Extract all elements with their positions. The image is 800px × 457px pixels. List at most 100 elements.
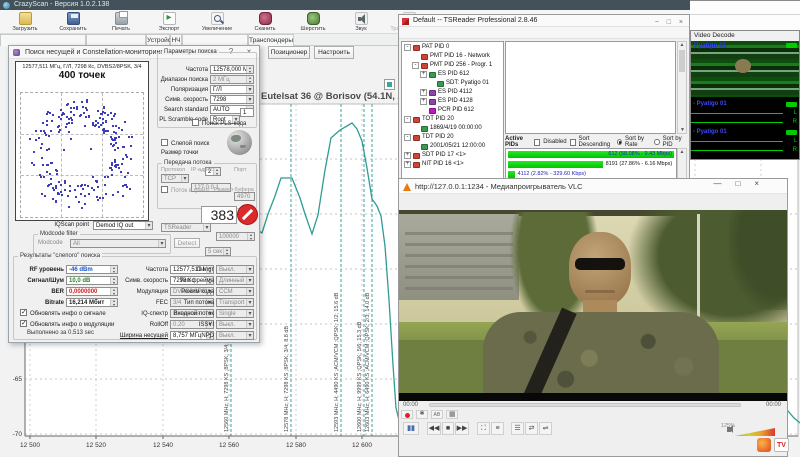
buffer-spinner[interactable]: 100000: [216, 232, 255, 241]
dropdown-arrow-icon[interactable]: [246, 299, 253, 306]
tree-expander-icon[interactable]: -: [404, 134, 411, 141]
dropdown-arrow-icon[interactable]: [145, 222, 152, 229]
dropdown-arrow-icon[interactable]: [246, 277, 253, 284]
tree-item[interactable]: - PMT PID 256 - Progr. 1: [402, 61, 503, 70]
vlc-video-frame[interactable]: [399, 210, 787, 393]
result-field[interactable]: 16,214 Мбит: [66, 298, 118, 307]
tree-expander-icon[interactable]: [428, 80, 435, 87]
tree-expander-icon[interactable]: +: [420, 98, 427, 105]
checkbox-icon[interactable]: [20, 320, 27, 327]
tree-item[interactable]: - TDT PID 20: [402, 133, 503, 142]
frame-step-button[interactable]: [446, 410, 458, 419]
checkbox-icon[interactable]: [161, 186, 168, 193]
playlist-button[interactable]: ☰: [511, 422, 524, 435]
minimize-button[interactable]: —: [713, 179, 721, 188]
dropdown-arrow-icon[interactable]: [246, 288, 253, 295]
scrollbar-thumb[interactable]: [679, 50, 685, 72]
tree-expander-icon[interactable]: +: [420, 71, 427, 78]
result-select[interactable]: Выкл.: [216, 331, 254, 340]
desktop-icon-app[interactable]: [757, 438, 771, 452]
pid-bar-row[interactable]: 612 (58.08% - 9.43 Mbps): [508, 151, 674, 159]
spin-buttons[interactable]: [246, 76, 253, 83]
tree-expander-icon[interactable]: [412, 53, 419, 60]
param-field[interactable]: 2 МГц: [210, 75, 254, 84]
spin-buttons[interactable]: [110, 266, 117, 273]
tree-expander-icon[interactable]: +: [404, 161, 411, 168]
protocol-select[interactable]: TCP: [161, 174, 189, 183]
volume-slider[interactable]: [735, 428, 775, 436]
ab-loop-button[interactable]: [431, 410, 443, 419]
spin-buttons[interactable]: [110, 277, 117, 284]
pause-button[interactable]: ▮▮: [403, 422, 419, 435]
result-select[interactable]: Single: [216, 309, 254, 318]
detect-seconds-spinner[interactable]: 5 сек: [205, 247, 231, 256]
close-button[interactable]: ×: [754, 179, 759, 188]
tree-expander-icon[interactable]: [412, 143, 419, 150]
sort-descending-checkbox[interactable]: [570, 139, 576, 146]
dropdown-arrow-icon[interactable]: [246, 321, 253, 328]
tree-item[interactable]: + ES PID 4112: [402, 88, 503, 97]
tree-item[interactable]: - PAT PID 0: [402, 43, 503, 52]
tree-expander-icon[interactable]: +: [420, 89, 427, 96]
param-field[interactable]: Г/Л: [210, 85, 254, 94]
seek-bar[interactable]: [429, 403, 741, 407]
spin-buttons[interactable]: [110, 288, 117, 295]
blind-search-checkbox[interactable]: Слепой поиск: [161, 139, 209, 147]
dropdown-arrow-icon[interactable]: [158, 240, 165, 247]
dropdown-arrow-icon[interactable]: [203, 224, 210, 231]
tree-item[interactable]: 2001/05/21 12:00:00: [402, 142, 503, 151]
update-modulation-checkbox[interactable]: Обновлять инфо о модуляции: [20, 320, 114, 328]
tree-expander-icon[interactable]: +: [404, 152, 411, 159]
pls-search-checkbox[interactable]: Поиск PLS-кода: [192, 119, 246, 127]
tree-item[interactable]: + ES PID 4128: [402, 97, 503, 106]
tree-expander-icon[interactable]: [412, 125, 419, 132]
detect-button[interactable]: Detect: [174, 238, 200, 248]
next-button[interactable]: ▶▶: [455, 422, 469, 435]
result-field[interactable]: -46 dBm: [66, 265, 118, 274]
previous-button[interactable]: ◀◀: [427, 422, 441, 435]
iqscan-select[interactable]: Demod IQ out: [93, 221, 153, 230]
sort-by-pid-radio[interactable]: [654, 139, 659, 145]
disabled-checkbox[interactable]: [534, 139, 540, 146]
result-select[interactable]: Выкл.: [216, 320, 254, 329]
dropdown-arrow-icon[interactable]: [246, 332, 253, 339]
checkbox-icon[interactable]: [192, 119, 199, 126]
sort-by-rate-radio[interactable]: [617, 139, 622, 145]
tree-expander-icon[interactable]: [420, 107, 427, 114]
pl-code-spinner[interactable]: 1: [240, 108, 254, 117]
spin-buttons[interactable]: [110, 299, 117, 306]
chart-legend-checkbox[interactable]: [384, 79, 395, 90]
tree-item[interactable]: 1869/4/19 00:00:00: [402, 124, 503, 133]
result-select[interactable]: CCM: [216, 287, 254, 296]
spin-buttons[interactable]: [246, 66, 253, 73]
stream-target-select[interactable]: TSReader: [161, 223, 211, 232]
spin-buttons[interactable]: [223, 248, 230, 255]
tsreader-titlebar[interactable]: Default -- TSReader Professional 2.8.46 …: [399, 15, 689, 27]
param-field[interactable]: 7298: [210, 95, 254, 104]
equalizer-button[interactable]: ≡: [491, 422, 504, 435]
tree-item[interactable]: + ES PID 612: [402, 70, 503, 79]
result-field[interactable]: 10,0 dB: [66, 276, 118, 285]
result-select[interactable]: Выкл.: [216, 265, 254, 274]
dropdown-arrow-icon[interactable]: [246, 310, 253, 317]
record-button[interactable]: [401, 410, 413, 419]
maximize-button[interactable]: □: [735, 179, 740, 188]
result-field[interactable]: 0,0000000: [66, 287, 118, 296]
stop-button[interactable]: ■: [442, 422, 454, 435]
pid-bar-row[interactable]: 8191 (27.86% - 6.16 Mbps): [508, 161, 674, 169]
result-select[interactable]: Transport: [216, 298, 254, 307]
loop-button[interactable]: ⇄: [525, 422, 538, 435]
result-select[interactable]: Длинный: [216, 276, 254, 285]
fullscreen-button[interactable]: ⛶: [477, 422, 490, 435]
scroll-down-icon[interactable]: ▼: [680, 127, 685, 133]
tree-expander-icon[interactable]: -: [404, 116, 411, 123]
checkbox-icon[interactable]: [20, 309, 27, 316]
tree-expander-icon[interactable]: -: [404, 44, 411, 51]
port-spinner[interactable]: 4970: [234, 192, 255, 201]
shuffle-button[interactable]: ⇌: [539, 422, 552, 435]
spin-buttons[interactable]: [246, 86, 253, 93]
tree-item[interactable]: PMT PID 16 - Network: [402, 52, 503, 61]
dropdown-arrow-icon[interactable]: [181, 175, 188, 182]
decoded-video-thumbnail[interactable]: Pyatigo 01: [691, 41, 799, 97]
modcode-select[interactable]: All: [70, 239, 166, 248]
